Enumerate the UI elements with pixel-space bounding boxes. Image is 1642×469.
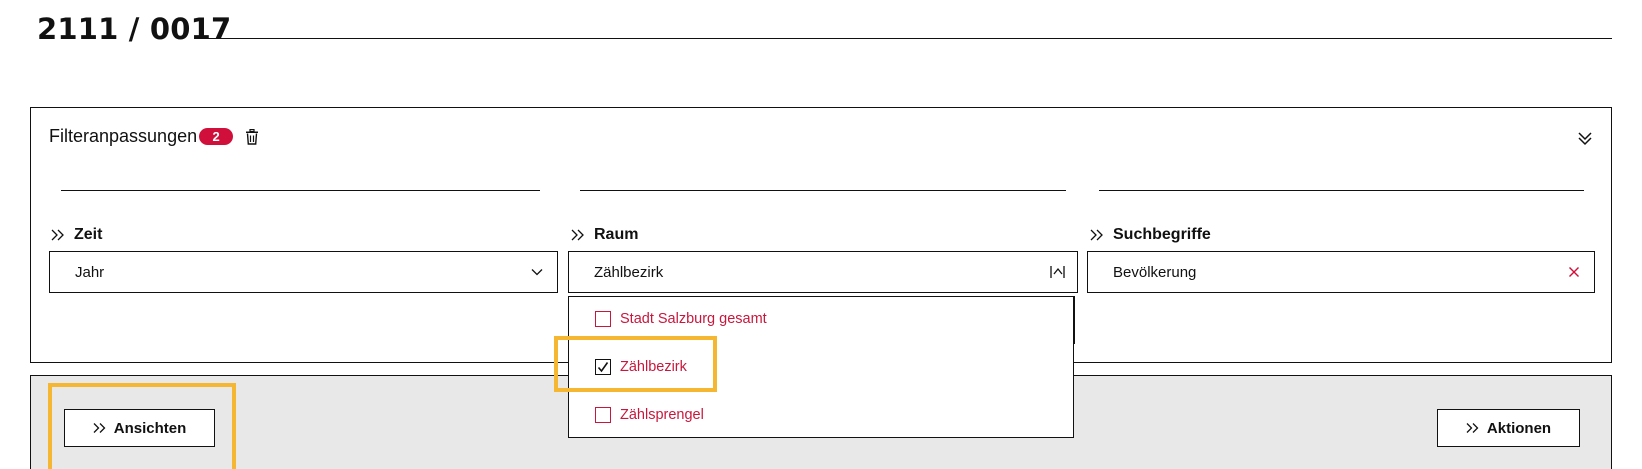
column-divider-zeit	[61, 190, 540, 191]
label-raum-text: Raum	[594, 226, 639, 243]
raum-select-value: Zählbezirk	[594, 263, 664, 281]
clear-x-icon[interactable]	[1566, 264, 1582, 280]
double-chevron-right-icon	[93, 423, 106, 433]
column-divider-raum	[580, 190, 1066, 191]
raum-dropdown-menu: Stadt Salzburg gesamt Zählbezirk Zählspr…	[568, 296, 1074, 438]
double-chevron-right-icon	[1090, 229, 1103, 241]
checkbox[interactable]	[595, 311, 611, 327]
views-button[interactable]: Ansichten	[64, 409, 215, 447]
page-title: 2111 / 0017	[37, 12, 232, 46]
checkmark-icon	[597, 362, 609, 373]
option-zaehlbezirk[interactable]: Zählbezirk	[595, 359, 687, 375]
chevron-down-icon[interactable]	[529, 264, 545, 280]
filter-heading: Filteranpassungen 2	[49, 126, 259, 147]
title-divider	[206, 38, 1612, 39]
label-raum: Raum	[570, 226, 638, 244]
filter-title: Filteranpassungen	[49, 126, 198, 146]
option-zaehlsprengel[interactable]: Zählsprengel	[595, 407, 704, 423]
option-label: Stadt Salzburg gesamt	[620, 311, 767, 327]
double-chevron-down-icon[interactable]	[1577, 130, 1593, 146]
label-zeit-text: Zeit	[74, 226, 103, 243]
column-divider-suchbegriffe	[1099, 190, 1584, 191]
double-chevron-right-icon	[51, 229, 64, 241]
actions-button[interactable]: Aktionen	[1437, 409, 1580, 447]
checkbox[interactable]	[595, 407, 611, 423]
option-label: Zählbezirk	[620, 359, 687, 375]
zeit-select-value: Jahr	[75, 263, 105, 281]
option-stadt-salzburg-gesamt[interactable]: Stadt Salzburg gesamt	[595, 311, 767, 327]
double-chevron-right-icon	[571, 229, 584, 241]
zeit-select[interactable]: Jahr	[49, 251, 558, 293]
double-chevron-right-icon	[1466, 423, 1479, 433]
option-label: Zählsprengel	[620, 407, 704, 423]
filter-count-badge: 2	[199, 128, 234, 145]
suchbegriffe-input[interactable]: Bevölkerung	[1087, 251, 1595, 293]
suchbegriffe-input-value: Bevölkerung	[1113, 263, 1197, 281]
views-button-label: Ansichten	[113, 419, 187, 437]
trash-icon[interactable]	[245, 128, 259, 145]
raum-select[interactable]: Zählbezirk	[568, 251, 1078, 293]
label-suchbegriffe: Suchbegriffe	[1089, 226, 1211, 244]
label-suchbegriffe-text: Suchbegriffe	[1113, 226, 1211, 243]
label-zeit: Zeit	[50, 226, 102, 244]
checkbox-checked[interactable]	[595, 359, 611, 375]
dropdown-toggle-up-icon[interactable]	[1049, 264, 1065, 280]
actions-button-label: Aktionen	[1486, 419, 1552, 437]
